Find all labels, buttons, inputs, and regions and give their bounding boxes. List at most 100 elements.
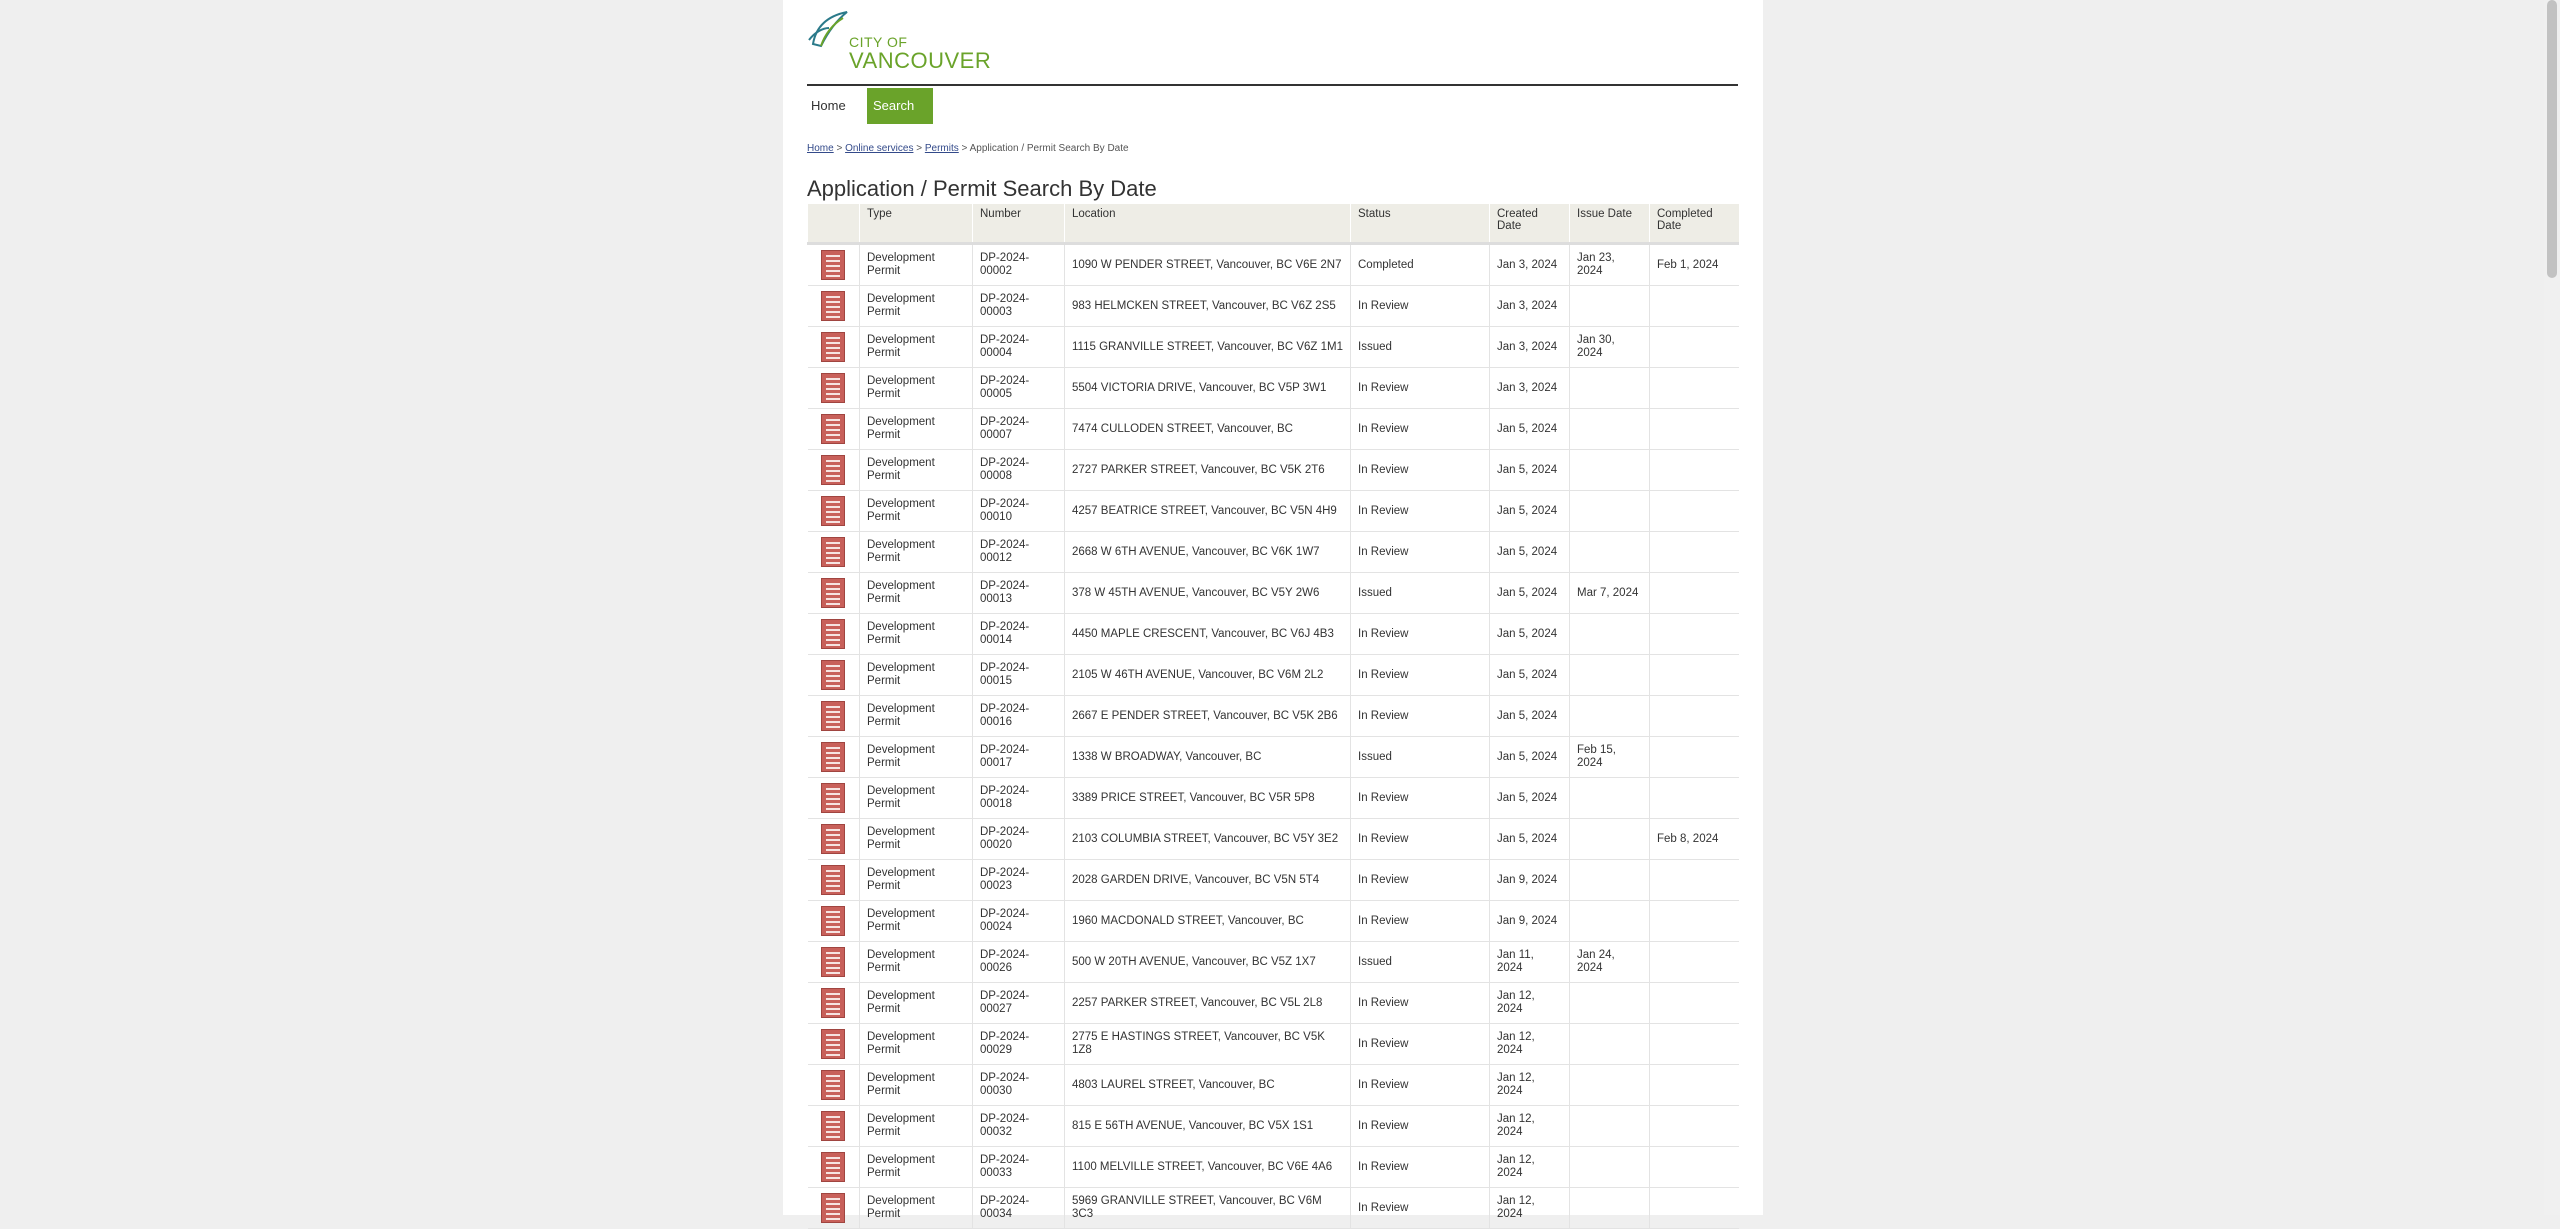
table-row[interactable]: Development Permit DP-2024-00017 1338 W BR… — [807, 736, 1739, 778]
header-number[interactable]: Number — [972, 204, 1065, 245]
header-location[interactable]: Location — [1064, 204, 1351, 245]
document-icon[interactable] — [821, 660, 846, 690]
nav-search[interactable]: Search — [867, 88, 933, 124]
table-row[interactable]: Development Permit DP-2024-00030 4803 LAUR… — [807, 1064, 1739, 1106]
cell-number[interactable]: DP-2024-00034 — [972, 1187, 1065, 1229]
document-icon[interactable] — [821, 906, 846, 936]
header-completed-date[interactable]: Completed Date — [1649, 204, 1739, 245]
table-row[interactable]: Development Permit DP-2024-00027 2257 PARK… — [807, 982, 1739, 1024]
document-icon[interactable] — [821, 578, 846, 608]
cell-status: In Review — [1350, 1105, 1490, 1147]
cell-status: In Review — [1350, 613, 1490, 655]
document-icon[interactable] — [821, 1070, 846, 1100]
document-icon[interactable] — [821, 1193, 846, 1223]
cell-number[interactable]: DP-2024-00015 — [972, 654, 1065, 696]
breadcrumb-online-services-link[interactable]: Online services — [845, 143, 913, 154]
document-icon[interactable] — [821, 988, 846, 1018]
document-icon[interactable] — [821, 947, 846, 977]
table-row[interactable]: Development Permit DP-2024-00024 1960 MACD… — [807, 900, 1739, 942]
table-row[interactable]: Development Permit DP-2024-00008 2727 PARK… — [807, 449, 1739, 491]
table-row[interactable]: Development Permit DP-2024-00016 2667 E PE… — [807, 695, 1739, 737]
cell-number[interactable]: DP-2024-00032 — [972, 1105, 1065, 1147]
document-icon[interactable] — [821, 865, 846, 895]
cell-number[interactable]: DP-2024-00005 — [972, 367, 1065, 409]
cell-number[interactable]: DP-2024-00018 — [972, 777, 1065, 819]
document-icon[interactable] — [821, 1152, 846, 1182]
table-row[interactable]: Development Permit DP-2024-00014 4450 MAPL… — [807, 613, 1739, 655]
breadcrumb-home-link[interactable]: Home — [807, 143, 834, 154]
cell-number[interactable]: DP-2024-00002 — [972, 243, 1065, 286]
cell-created-date: Jan 5, 2024 — [1489, 408, 1570, 450]
document-icon[interactable] — [821, 783, 846, 813]
document-icon[interactable] — [821, 455, 846, 485]
scrollbar-thumb[interactable] — [2547, 0, 2557, 278]
cell-location: 1115 GRANVILLE STREET, Vancouver, BC V6Z… — [1064, 326, 1351, 368]
cell-status: Issued — [1350, 572, 1490, 614]
cell-number[interactable]: DP-2024-00004 — [972, 326, 1065, 368]
cell-number[interactable]: DP-2024-00003 — [972, 285, 1065, 327]
cell-number[interactable]: DP-2024-00013 — [972, 572, 1065, 614]
cell-number[interactable]: DP-2024-00030 — [972, 1064, 1065, 1106]
document-icon[interactable] — [821, 824, 846, 854]
header-issue-date[interactable]: Issue Date — [1569, 204, 1650, 245]
document-icon[interactable] — [821, 537, 846, 567]
cell-number[interactable]: DP-2024-00007 — [972, 408, 1065, 450]
table-row[interactable]: Development Permit DP-2024-00015 2105 W 46… — [807, 654, 1739, 696]
table-row[interactable]: Development Permit DP-2024-00013 378 W 45T… — [807, 572, 1739, 614]
table-row[interactable]: Development Permit DP-2024-00004 1115 GRAN… — [807, 326, 1739, 368]
cell-location: 7474 CULLODEN STREET, Vancouver, BC — [1064, 408, 1351, 450]
document-icon[interactable] — [821, 373, 846, 403]
table-row[interactable]: Development Permit DP-2024-00003 983 HELMC… — [807, 285, 1739, 327]
cell-number[interactable]: DP-2024-00026 — [972, 941, 1065, 983]
cell-number[interactable]: DP-2024-00012 — [972, 531, 1065, 573]
document-icon[interactable] — [821, 619, 846, 649]
document-icon[interactable] — [821, 291, 846, 321]
table-row[interactable]: Development Permit DP-2024-00034 5969 GRAN… — [807, 1187, 1739, 1229]
table-row[interactable]: Development Permit DP-2024-00026 500 W 20T… — [807, 941, 1739, 983]
table-row[interactable]: Development Permit DP-2024-00020 2103 COLU… — [807, 818, 1739, 860]
cell-number[interactable]: DP-2024-00016 — [972, 695, 1065, 737]
breadcrumb-permits-link[interactable]: Permits — [925, 143, 959, 154]
cell-number[interactable]: DP-2024-00027 — [972, 982, 1065, 1024]
cell-completed-date — [1649, 449, 1739, 491]
cell-number[interactable]: DP-2024-00029 — [972, 1023, 1065, 1065]
document-icon[interactable] — [821, 1029, 846, 1059]
table-row[interactable]: Development Permit DP-2024-00007 7474 CULL… — [807, 408, 1739, 450]
cell-number[interactable]: DP-2024-00023 — [972, 859, 1065, 901]
table-row[interactable]: Development Permit DP-2024-00033 1100 MELV… — [807, 1146, 1739, 1188]
table-row[interactable]: Development Permit DP-2024-00023 2028 GARD… — [807, 859, 1739, 901]
table-row[interactable]: Development Permit DP-2024-00010 4257 BEAT… — [807, 490, 1739, 532]
document-icon[interactable] — [821, 250, 846, 280]
nav-home[interactable]: Home — [807, 88, 861, 124]
cell-number[interactable]: DP-2024-00010 — [972, 490, 1065, 532]
cell-number[interactable]: DP-2024-00014 — [972, 613, 1065, 655]
cell-icon — [807, 326, 860, 368]
cell-type: Development Permit — [859, 654, 973, 696]
header-status[interactable]: Status — [1350, 204, 1490, 245]
document-icon[interactable] — [821, 496, 846, 526]
header-created-date[interactable]: Created Date — [1489, 204, 1570, 245]
cell-status: In Review — [1350, 777, 1490, 819]
cell-type: Development Permit — [859, 613, 973, 655]
table-row[interactable]: Development Permit DP-2024-00029 2775 E HA… — [807, 1023, 1739, 1065]
table-row[interactable]: Development Permit DP-2024-00032 815 E 56T… — [807, 1105, 1739, 1147]
table-row[interactable]: Development Permit DP-2024-00002 1090 W PE… — [807, 243, 1739, 286]
document-icon[interactable] — [821, 701, 846, 731]
table-row[interactable]: Development Permit DP-2024-00018 3389 PRIC… — [807, 777, 1739, 819]
cell-number[interactable]: DP-2024-00024 — [972, 900, 1065, 942]
city-of-vancouver-logo[interactable]: CITY OF VANCOUVER — [807, 10, 991, 73]
cell-number[interactable]: DP-2024-00017 — [972, 736, 1065, 778]
cell-number[interactable]: DP-2024-00020 — [972, 818, 1065, 860]
document-icon[interactable] — [821, 414, 846, 444]
document-icon[interactable] — [821, 1111, 846, 1141]
header-type[interactable]: Type — [859, 204, 973, 245]
document-icon[interactable] — [821, 742, 846, 772]
cell-type: Development Permit — [859, 859, 973, 901]
cell-issue-date — [1569, 695, 1650, 737]
table-row[interactable]: Development Permit DP-2024-00012 2668 W 6T… — [807, 531, 1739, 573]
cell-number[interactable]: DP-2024-00033 — [972, 1146, 1065, 1188]
document-icon[interactable] — [821, 332, 846, 362]
table-row[interactable]: Development Permit DP-2024-00005 5504 VICT… — [807, 367, 1739, 409]
cell-status: In Review — [1350, 982, 1490, 1024]
cell-number[interactable]: DP-2024-00008 — [972, 449, 1065, 491]
